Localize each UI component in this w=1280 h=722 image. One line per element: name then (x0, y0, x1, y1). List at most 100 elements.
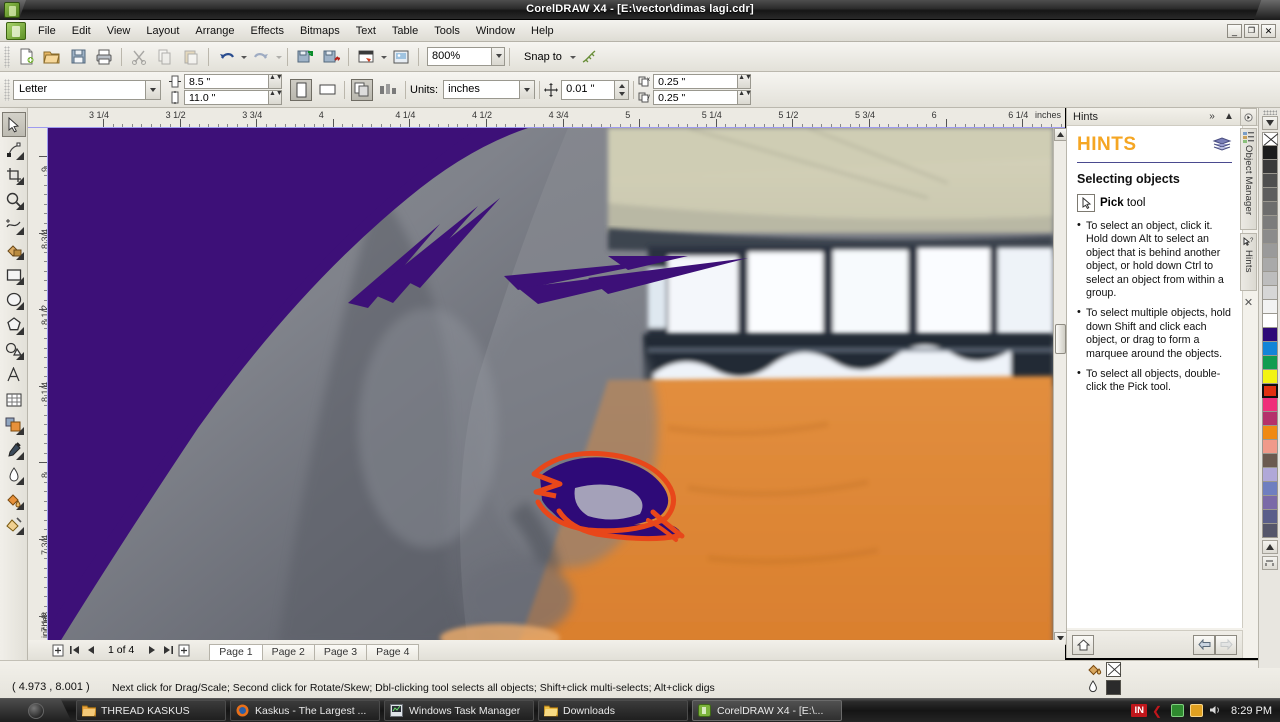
snap-to-dropdown-icon[interactable] (568, 46, 577, 68)
freehand-tool[interactable] (2, 212, 26, 237)
palette-grip[interactable] (1262, 110, 1277, 115)
flyout-arrow-icon[interactable] (15, 452, 24, 460)
vertical-scroll-thumb[interactable] (1055, 324, 1066, 354)
palette-swatch[interactable] (1261, 314, 1278, 328)
palette-swatch[interactable] (1261, 342, 1278, 356)
units-select[interactable]: inches (443, 80, 536, 99)
flyout-arrow-icon[interactable] (15, 177, 24, 185)
online-icon[interactable] (389, 45, 413, 69)
menu-bitmaps[interactable]: Bitmaps (292, 22, 348, 40)
flyout-arrow-icon[interactable] (15, 477, 24, 485)
menu-view[interactable]: View (99, 22, 139, 40)
page-width-spinner[interactable]: ▲▼ (268, 74, 283, 88)
palette-swatch[interactable] (1261, 202, 1278, 216)
palette-swatch[interactable] (1261, 160, 1278, 174)
palette-swatch[interactable] (1261, 440, 1278, 454)
drawing-canvas[interactable] (48, 128, 1053, 645)
scroll-up-icon[interactable] (1261, 116, 1278, 130)
flyout-arrow-icon[interactable] (15, 152, 24, 160)
chevron-double-right-icon[interactable]: » (1206, 111, 1218, 122)
launcher-dropdown-icon[interactable] (379, 46, 388, 68)
expand-palette-icon[interactable] (1261, 556, 1278, 570)
docker-tab-close-icon[interactable]: ✕ (1240, 294, 1257, 310)
menu-arrange[interactable]: Arrange (187, 22, 242, 40)
fill-tool[interactable] (2, 487, 26, 512)
flyout-arrow-icon[interactable] (15, 502, 24, 510)
menu-tools[interactable]: Tools (426, 22, 468, 40)
flyout-arrow-icon[interactable] (15, 527, 24, 535)
language-indicator[interactable]: IN (1131, 704, 1147, 717)
duplicate-x-input[interactable]: 0.25 " ▲▼ (653, 74, 752, 89)
toolbar-grip[interactable] (4, 45, 10, 68)
taskbar-item-downloads[interactable]: Downloads (538, 700, 688, 721)
menu-file[interactable]: File (30, 22, 64, 40)
current-page-icon[interactable] (377, 79, 399, 101)
landscape-icon[interactable] (316, 79, 338, 101)
palette-swatch[interactable] (1261, 244, 1278, 258)
palette-swatch[interactable] (1261, 398, 1278, 412)
flyout-arrow-icon[interactable] (15, 202, 24, 210)
docker-tab-hints[interactable]: ? Hints (1240, 233, 1257, 291)
docker-pin-button[interactable] (1240, 108, 1257, 126)
palette-swatch[interactable] (1261, 468, 1278, 482)
all-pages-icon[interactable] (351, 78, 373, 101)
nudge-offset-input[interactable]: 0.01 " (561, 79, 630, 100)
outline-color-indicator[interactable] (1087, 679, 1137, 695)
snap-to-label[interactable]: Snap to (524, 51, 562, 63)
add-page-before-button[interactable] (51, 643, 65, 658)
menu-window[interactable]: Window (468, 22, 523, 40)
flyout-arrow-icon[interactable] (15, 252, 24, 260)
palette-swatch[interactable] (1261, 300, 1278, 314)
nudge-spinner[interactable] (614, 80, 629, 99)
palette-swatch[interactable] (1261, 482, 1278, 496)
eyedropper-tool[interactable] (2, 437, 26, 462)
page-height-spinner[interactable]: ▲▼ (268, 90, 283, 104)
zoom-level-input[interactable]: 800% (427, 47, 505, 66)
undo-icon[interactable] (214, 45, 238, 69)
vertical-ruler[interactable]: 98 3/48 1/28 1/487 3/47 1/2inches (28, 128, 48, 648)
fill-color-swatch[interactable] (1106, 661, 1121, 677)
vertical-scrollbar[interactable] (1053, 128, 1067, 645)
pick-tool[interactable] (1, 112, 26, 137)
restore-document-button[interactable]: _ (1227, 23, 1242, 38)
palette-swatch[interactable] (1261, 328, 1278, 342)
menu-help[interactable]: Help (523, 22, 562, 40)
flyout-arrow-icon[interactable] (15, 427, 24, 435)
flyout-arrow-icon[interactable] (15, 327, 24, 335)
palette-swatch[interactable] (1261, 412, 1278, 426)
import-icon[interactable] (293, 45, 317, 69)
taskbar-item-kaskus-browser[interactable]: Kaskus - The Largest ... (230, 700, 380, 721)
palette-swatch[interactable] (1261, 132, 1278, 146)
palette-swatch[interactable] (1261, 510, 1278, 524)
crop-tool[interactable] (2, 162, 26, 187)
home-icon[interactable] (1072, 634, 1094, 655)
start-button[interactable] (0, 698, 72, 722)
folder-open-icon[interactable] (40, 45, 64, 69)
palette-swatch[interactable] (1261, 216, 1278, 230)
chevron-down-icon[interactable] (145, 80, 160, 99)
menu-effects[interactable]: Effects (243, 22, 292, 40)
orange-square-icon[interactable] (1190, 704, 1204, 717)
shape-tool[interactable] (2, 137, 26, 162)
chevron-up-icon[interactable]: ▲ (1223, 111, 1235, 122)
palette-swatch[interactable] (1261, 258, 1278, 272)
menu-edit[interactable]: Edit (64, 22, 99, 40)
page-height-input[interactable]: 11.0 " ▲▼ (184, 90, 283, 105)
outline-color-swatch[interactable] (1106, 679, 1121, 695)
fill-color-indicator[interactable] (1087, 661, 1137, 677)
table-tool[interactable] (2, 387, 26, 412)
flyout-arrow-icon[interactable] (15, 277, 24, 285)
palette-swatch[interactable] (1261, 174, 1278, 188)
property-bar-grip[interactable] (4, 78, 10, 101)
palette-swatch[interactable] (1261, 230, 1278, 244)
palette-swatch[interactable] (1261, 384, 1278, 398)
add-page-after-button[interactable] (177, 643, 191, 658)
palette-swatch[interactable] (1261, 524, 1278, 538)
taskbar-item-thread-kaskus[interactable]: THREAD KASKUS (76, 700, 226, 721)
page-tab-3[interactable]: Page 3 (313, 644, 368, 660)
flyout-arrow-icon[interactable] (15, 227, 24, 235)
text-tool[interactable] (2, 362, 26, 387)
horizontal-ruler[interactable]: 3 1/4 3 1/2 3 3/4 4 4 1/4 4 1/2 4 3/4 5 5 1/4 5 1… (28, 108, 1065, 128)
palette-swatch[interactable] (1261, 146, 1278, 160)
page-tab-4[interactable]: Page 4 (366, 644, 420, 660)
